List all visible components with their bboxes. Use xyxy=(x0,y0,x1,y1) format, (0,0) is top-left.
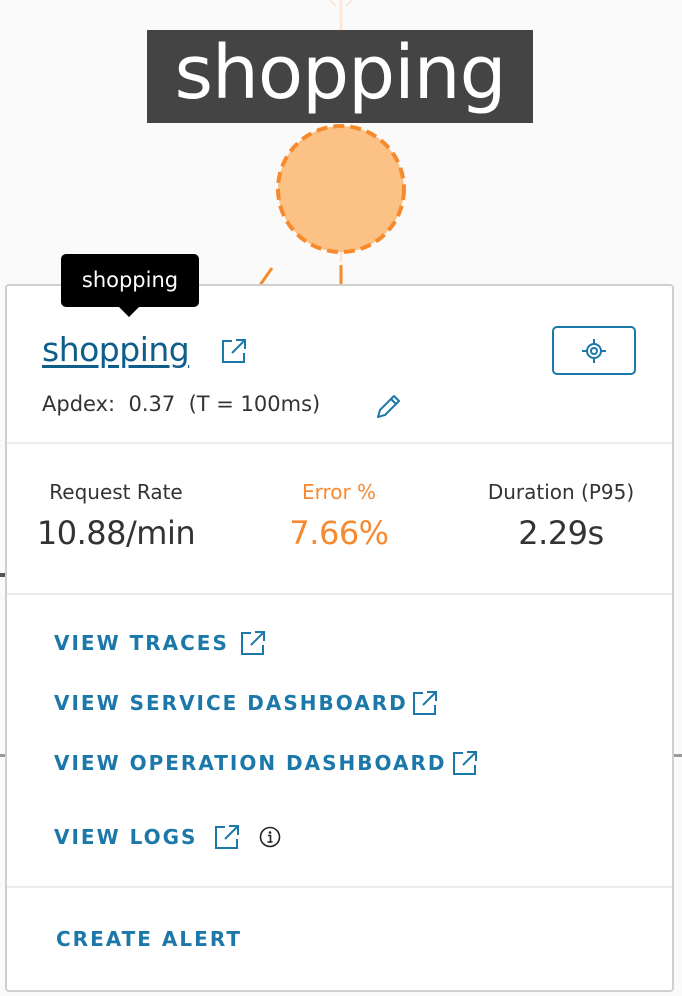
external-link-icon[interactable] xyxy=(220,337,248,365)
divider xyxy=(7,593,672,595)
service-name-link[interactable]: shopping xyxy=(42,330,190,369)
metric-duration: Duration (P95) 2.29s xyxy=(451,480,671,552)
metric-error-rate: Error % 7.66% xyxy=(229,480,449,552)
metric-label: Duration (P95) xyxy=(487,480,635,504)
locate-node-button[interactable] xyxy=(552,326,636,375)
graph-edge xyxy=(329,0,337,7)
divider xyxy=(7,442,672,444)
apdex-threshold: (T = 100ms) xyxy=(188,392,321,416)
tooltip: shopping xyxy=(61,254,199,317)
view-service-dashboard-link[interactable]: VIEW SERVICE DASHBOARD xyxy=(54,691,408,715)
external-link-icon[interactable] xyxy=(239,629,267,657)
metric-value: 10.88/min xyxy=(36,514,196,552)
view-logs-link[interactable]: VIEW LOGS xyxy=(54,825,197,849)
graph-edge xyxy=(674,754,682,757)
external-link-icon[interactable] xyxy=(411,689,439,717)
view-traces-link[interactable]: VIEW TRACES xyxy=(54,631,229,655)
crosshair-icon xyxy=(582,339,606,363)
divider xyxy=(7,886,672,888)
pencil-icon[interactable] xyxy=(374,391,404,421)
metric-value: 7.66% xyxy=(289,514,389,552)
graph-edge xyxy=(345,0,353,7)
external-link-icon[interactable] xyxy=(213,823,241,851)
info-icon[interactable] xyxy=(259,826,281,848)
metric-label: Request Rate xyxy=(49,480,183,504)
metric-request-rate: Request Rate 10.88/min xyxy=(6,480,226,552)
external-link-icon[interactable] xyxy=(451,749,479,777)
metric-label: Error % xyxy=(301,480,377,504)
service-node[interactable] xyxy=(276,124,406,254)
create-alert-button[interactable]: CREATE ALERT xyxy=(56,927,242,951)
apdex-label: Apdex: xyxy=(42,392,116,416)
service-map-canvas[interactable]: shopping shopping shopping Apdex: 0.37 (… xyxy=(0,0,682,996)
metric-value: 2.29s xyxy=(518,514,604,552)
apdex-value: 0.37 xyxy=(128,392,176,416)
view-operation-dashboard-link[interactable]: VIEW OPERATION DASHBOARD xyxy=(54,751,446,775)
node-label: shopping xyxy=(147,30,533,123)
apdex-row: Apdex: 0.37 (T = 100ms) xyxy=(42,392,320,416)
